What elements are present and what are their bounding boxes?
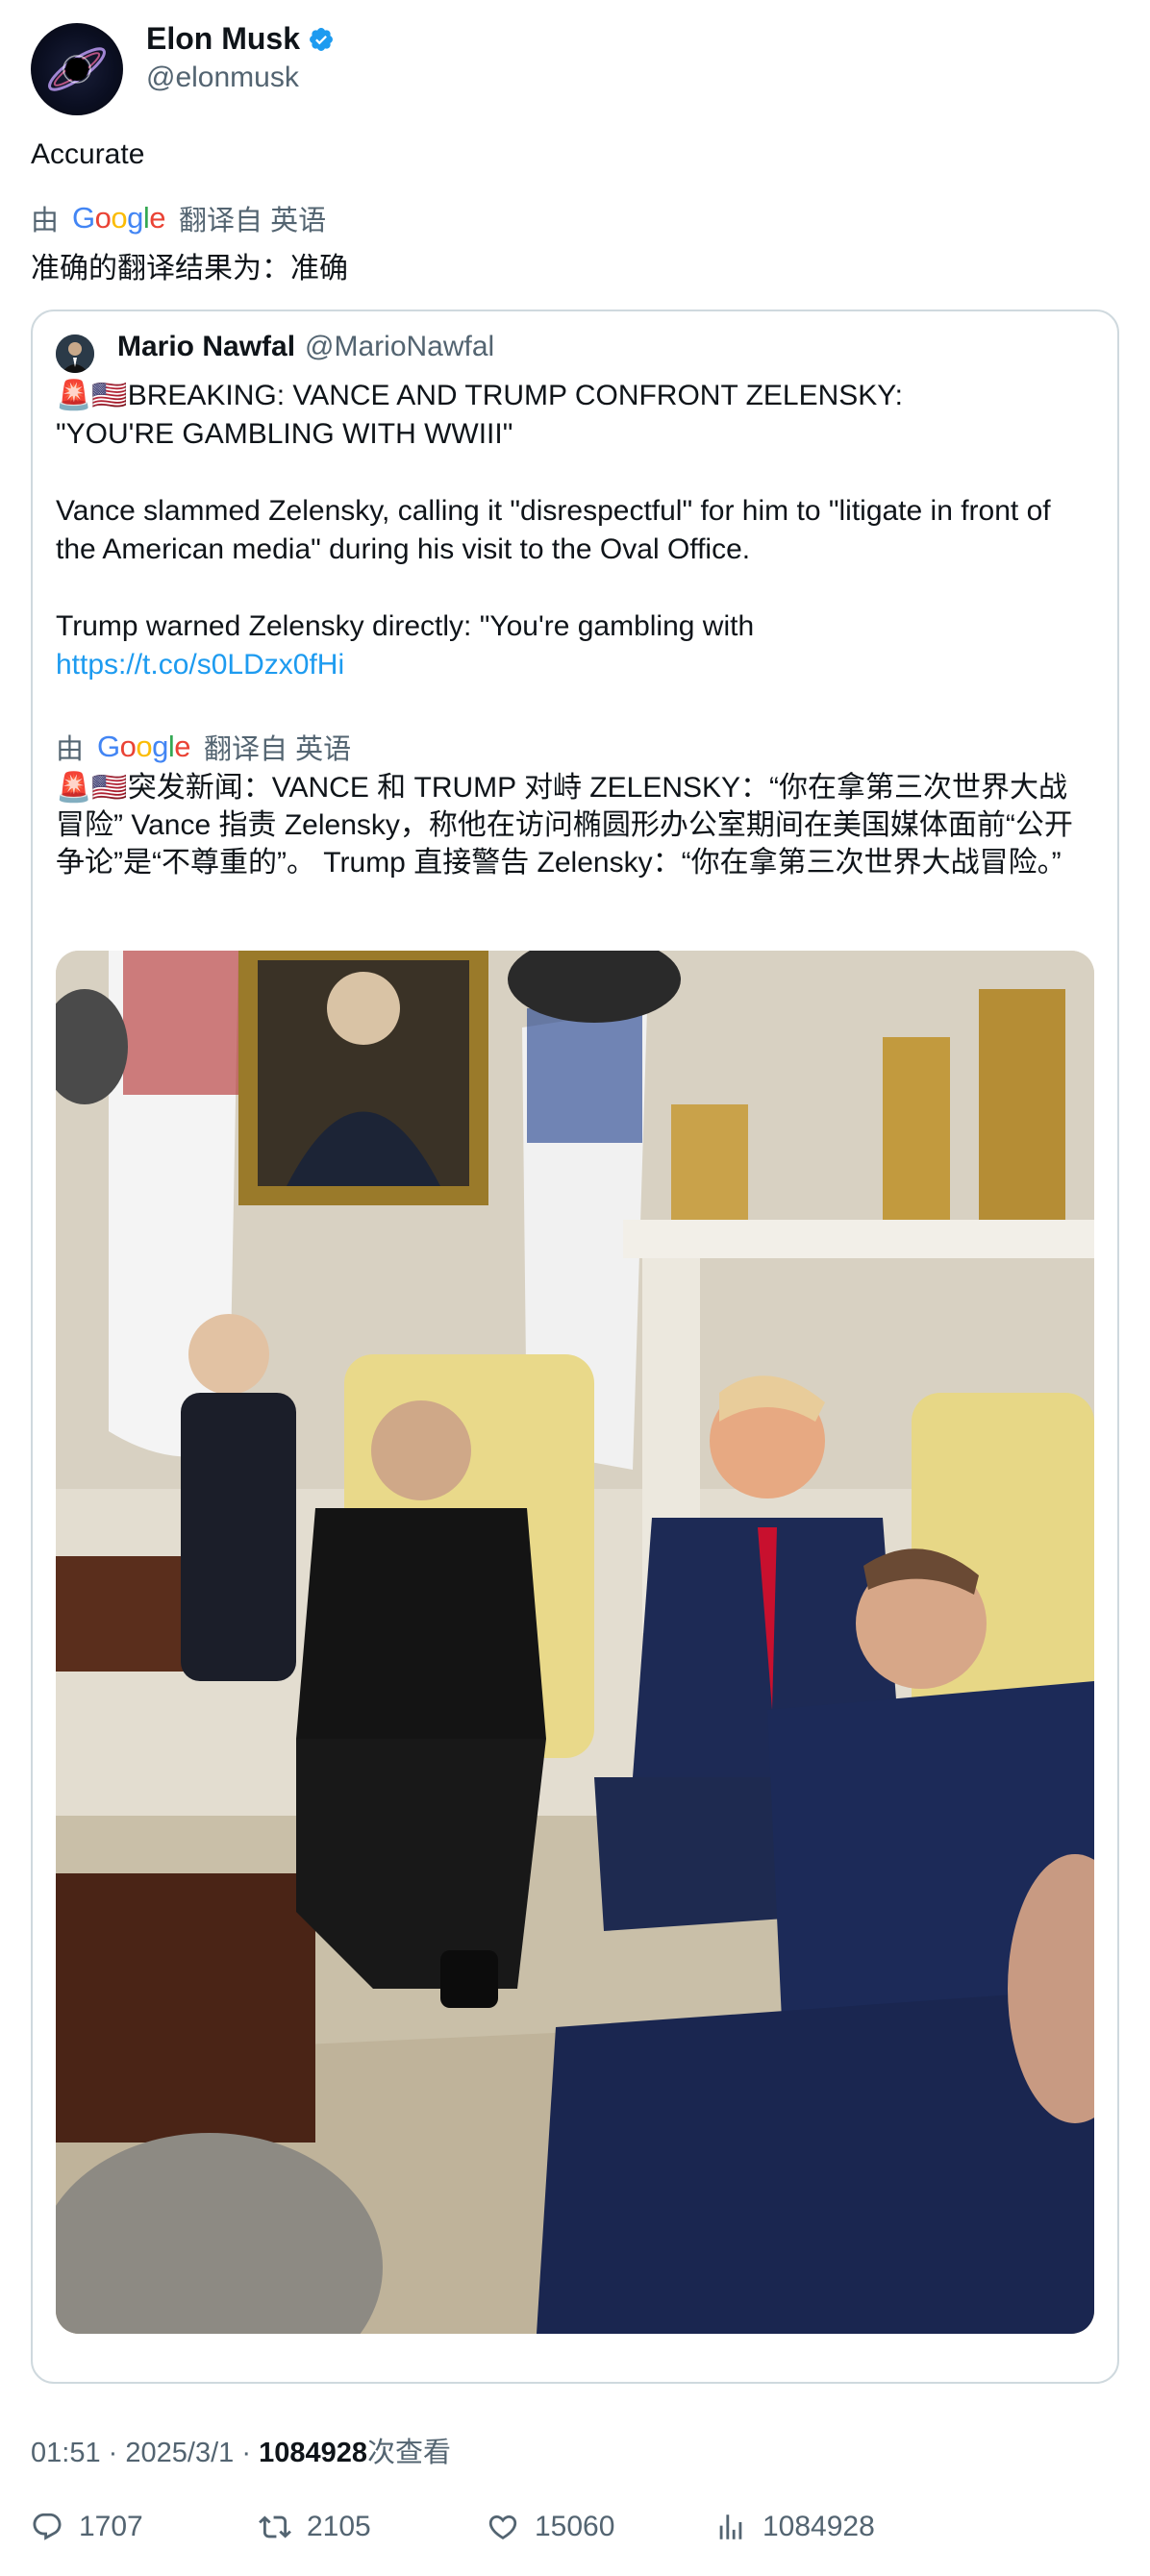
translation-prefix: 由 [56,734,85,765]
retweet-icon [259,2515,291,2539]
quote-translation-attribution[interactable]: 由 Google 翻译自 英语 [56,727,351,767]
oval-office-meeting-photo [56,951,1094,2334]
quote-paragraph-3: Trump warned Zelensky directly: "You're … [56,610,755,642]
views-button[interactable]: 1084928 [714,2511,875,2543]
meta-separator: · [108,2438,118,2468]
author-avatar[interactable] [31,23,123,115]
like-count: 15060 [535,2511,615,2542]
translation-attribution[interactable]: 由 Google 翻译自 英语 [31,198,326,238]
tweet-date[interactable]: 2025/3/1 [125,2438,234,2468]
verified-badge-icon [310,27,333,51]
siren-flag-emoji: 🚨🇺🇸 [56,772,128,804]
tweet-text: Accurate [31,138,145,170]
google-logo: Google [97,730,191,763]
reply-icon [33,2513,62,2540]
view-count: 1084928 [259,2438,367,2468]
translation-suffix: 翻译自 英语 [204,734,352,765]
author-name-row[interactable]: Elon Musk [146,21,335,57]
person-avatar-image [56,334,94,373]
tweet-meta: 01:51 · 2025/3/1 · 1084928次查看 [31,2430,451,2470]
translation-suffix: 翻译自 英语 [179,206,327,236]
tweet-time[interactable]: 01:51 [31,2438,101,2468]
quote-link[interactable]: https://t.co/s0LDzx0fHi [56,649,344,681]
meta-separator: · [241,2438,251,2468]
quote-translated-text: 🚨🇺🇸突发新闻：VANCE 和 TRUMP 对峙 ZELENSKY：“你在拿第三… [56,769,1096,881]
author-name[interactable]: Elon Musk [146,21,300,57]
quote-author-handle[interactable]: @MarioNawfal [305,331,494,363]
view-count-label: 次查看 [366,2438,451,2468]
quote-headline: BREAKING: VANCE AND TRUMP CONFRONT ZELEN… [127,380,903,411]
translated-text: 准确的翻译结果为：准确 [31,253,348,285]
analytics-icon [719,2514,742,2539]
views-count: 1084928 [762,2511,875,2542]
tweet-photo[interactable] [56,951,1094,2334]
quote-header: Mario Nawfal @MarioNawfal [117,331,494,363]
like-icon [488,2514,517,2539]
quote-paragraph-2: Vance slammed Zelensky, calling it "disr… [56,495,1051,565]
google-logo: Google [72,201,166,235]
quote-body: 🚨🇺🇸BREAKING: VANCE AND TRUMP CONFRONT ZE… [56,377,1096,684]
translation-prefix: 由 [31,206,60,236]
reply-count: 1707 [79,2511,143,2542]
black-hole-avatar-image [48,47,106,91]
reply-button[interactable]: 1707 [31,2511,259,2543]
action-bar: 1707 2105 15060 1084928 [31,2511,1119,2543]
quote-author-avatar[interactable] [56,334,94,373]
quote-author-name[interactable]: Mario Nawfal [117,331,295,363]
like-button[interactable]: 15060 [487,2511,714,2543]
quote-headline-2: "YOU'RE GAMBLING WITH WWIII" [56,418,513,450]
retweet-count: 2105 [307,2511,371,2542]
siren-flag-emoji: 🚨🇺🇸 [56,380,128,411]
retweet-button[interactable]: 2105 [259,2511,487,2543]
author-handle[interactable]: @elonmusk [146,62,299,94]
quote-translation-body: 突发新闻：VANCE 和 TRUMP 对峙 ZELENSKY：“你在拿第三次世界… [56,772,1073,879]
